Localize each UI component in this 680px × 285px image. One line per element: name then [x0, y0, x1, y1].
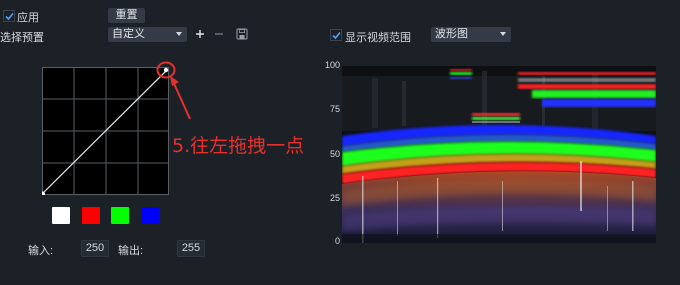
- apply-checkbox[interactable]: [3, 10, 15, 22]
- axis-tick-100: 100: [324, 60, 340, 70]
- scope-mode-select[interactable]: 波形图: [431, 27, 511, 42]
- chevron-down-icon: [176, 32, 182, 36]
- input-value-field[interactable]: 250: [81, 240, 109, 257]
- add-point-button[interactable]: [194, 27, 206, 41]
- channel-blue-swatch[interactable]: [141, 207, 159, 224]
- channel-green-swatch[interactable]: [111, 207, 129, 224]
- scope-mode-value: 波形图: [435, 28, 468, 40]
- waveform-scope: [342, 66, 656, 243]
- annotation-text: 5.往左拖拽一点: [172, 135, 305, 157]
- input-label: 输入:: [28, 245, 54, 257]
- show-range-label: 显示视频范围: [345, 32, 411, 44]
- checkmark-icon: [4, 12, 14, 20]
- show-range-checkbox[interactable]: [330, 29, 342, 41]
- reset-button[interactable]: 重置: [108, 8, 145, 23]
- preset-select[interactable]: 自定义: [108, 27, 187, 42]
- channel-white-swatch[interactable]: [52, 207, 70, 224]
- channel-red-swatch[interactable]: [82, 207, 100, 224]
- remove-point-button[interactable]: [213, 27, 225, 41]
- annotation-arrow-icon: [156, 61, 191, 120]
- apply-label: 应用: [17, 12, 39, 24]
- minus-icon: [215, 33, 223, 35]
- preset-select-value: 自定义: [112, 28, 145, 40]
- save-icon: [236, 28, 248, 40]
- checkmark-icon: [331, 31, 341, 39]
- chevron-down-icon: [500, 32, 506, 36]
- preset-label: 选择预置: [0, 32, 44, 44]
- output-value-field[interactable]: 255: [177, 240, 205, 257]
- axis-tick-50: 50: [329, 149, 340, 159]
- axis-tick-75: 75: [329, 104, 340, 114]
- plus-icon: [196, 30, 204, 38]
- axis-tick-25: 25: [329, 193, 340, 203]
- save-preset-button[interactable]: [235, 27, 249, 41]
- axis-tick-0: 0: [334, 236, 340, 246]
- waveform-image: [342, 66, 656, 243]
- output-label: 输出:: [118, 245, 144, 257]
